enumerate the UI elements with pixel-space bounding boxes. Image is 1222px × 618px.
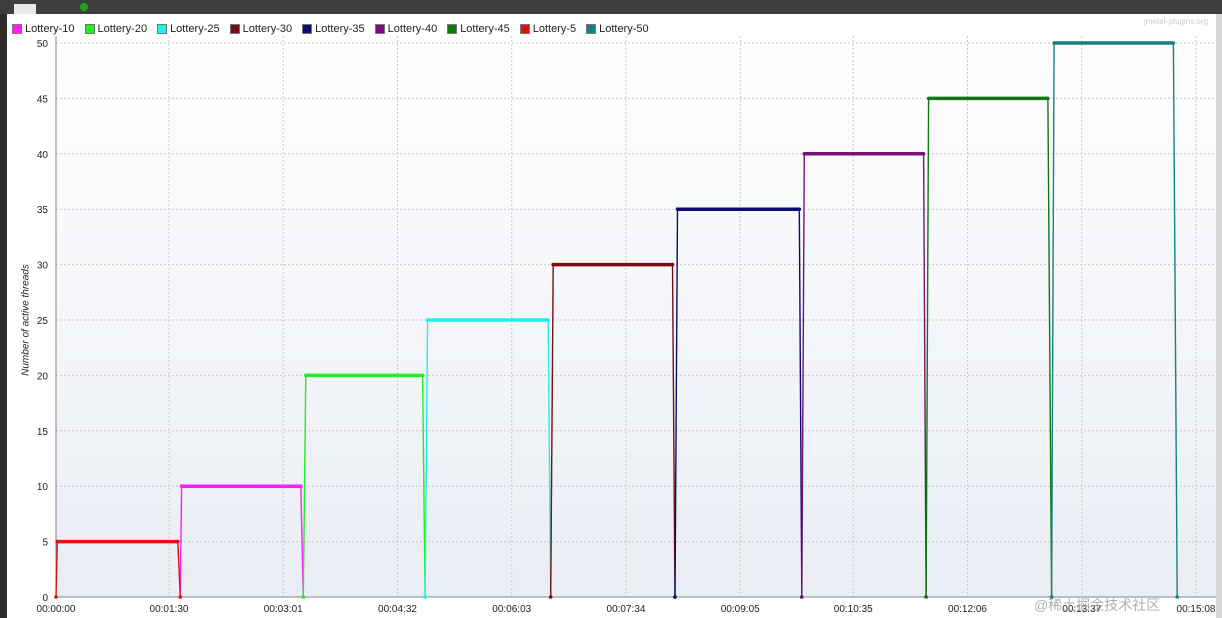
x-tick-label: 00:06:03	[492, 604, 531, 615]
data-point	[551, 262, 555, 267]
data-point	[1046, 96, 1050, 101]
x-tick-label: 00:03:01	[264, 604, 303, 615]
x-tick-label: 00:15:08	[1177, 604, 1216, 615]
data-point	[179, 484, 184, 489]
y-tick-label: 20	[37, 371, 49, 382]
data-point	[304, 373, 308, 378]
x-tick-label: 00:01:30	[150, 604, 189, 615]
data-point	[802, 152, 807, 156]
data-point	[54, 595, 58, 599]
x-tick-label: 00:00:00	[37, 604, 76, 615]
data-point	[546, 318, 550, 322]
data-point	[175, 539, 180, 544]
data-point	[924, 595, 928, 599]
data-point	[675, 207, 680, 211]
y-tick-label: 10	[37, 482, 49, 493]
data-point	[797, 207, 802, 211]
data-point	[301, 595, 306, 599]
data-point	[178, 595, 183, 599]
y-tick-label: 15	[37, 427, 49, 438]
y-tick-label: 45	[37, 94, 49, 105]
x-tick-label: 00:10:35	[834, 604, 873, 615]
y-tick-label: 40	[37, 150, 49, 161]
x-tick-label: 00:04:32	[378, 604, 417, 615]
data-point	[299, 484, 303, 489]
plot-background	[56, 36, 1216, 597]
x-tick-label: 00:12:06	[948, 604, 987, 615]
x-tick-label: 00:07:34	[607, 604, 646, 615]
data-point	[423, 595, 427, 599]
data-point	[420, 373, 425, 378]
y-tick-label: 5	[42, 538, 48, 549]
y-tick-label: 35	[37, 205, 49, 216]
y-tick-label: 30	[37, 261, 49, 272]
y-tick-label: 50	[37, 39, 49, 50]
data-point	[548, 595, 553, 599]
data-point	[799, 595, 804, 599]
x-tick-label: 00:09:05	[721, 604, 760, 615]
data-point	[55, 539, 60, 544]
data-point	[673, 595, 677, 599]
y-tick-label: 0	[42, 593, 48, 604]
data-point	[1175, 595, 1179, 599]
data-point	[926, 96, 931, 101]
y-tick-label: 25	[37, 316, 49, 327]
data-point	[1052, 41, 1056, 45]
data-point	[425, 318, 430, 322]
data-point	[921, 152, 926, 156]
watermark-bottom: @稀土掘金技术社区	[1034, 597, 1161, 613]
active-threads-chart: 0 5 10 15 20 25 30 35 40 45 50 00:00:00 00:01:30 00:0…	[37, 36, 1216, 615]
data-point	[670, 262, 675, 267]
data-point	[1171, 41, 1176, 45]
